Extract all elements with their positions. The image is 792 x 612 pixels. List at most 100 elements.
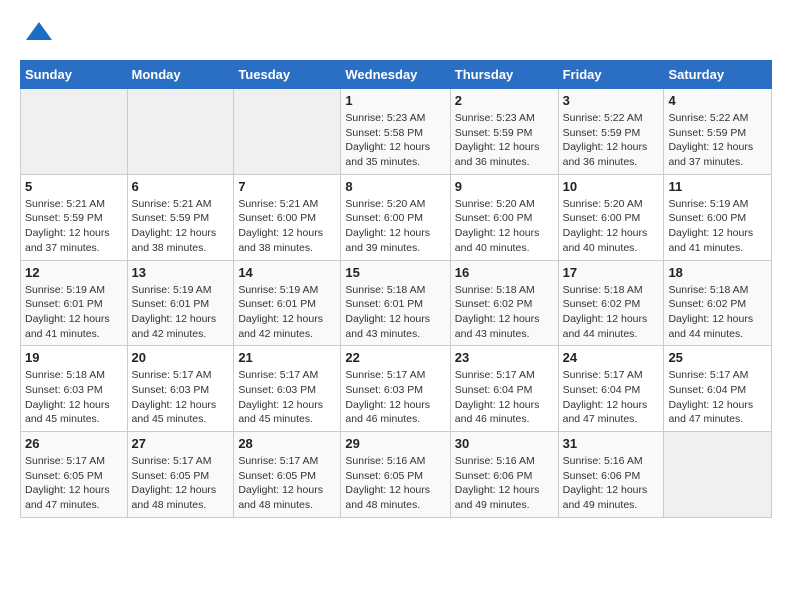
day-number: 25 [668, 350, 767, 365]
calendar-cell: 3 Sunrise: 5:22 AMSunset: 5:59 PMDaylight… [558, 89, 664, 175]
day-number: 19 [25, 350, 123, 365]
day-number: 8 [345, 179, 445, 194]
calendar-cell: 14Sunrise: 5:19 AMSunset: 6:01 PMDayligh… [234, 260, 341, 346]
day-number: 15 [345, 265, 445, 280]
calendar-cell: 30Sunrise: 5:16 AMSunset: 6:06 PMDayligh… [450, 432, 558, 518]
calendar-cell: 5Sunrise: 5:21 AMSunset: 5:59 PMDaylight… [21, 174, 128, 260]
day-info: Sunrise: 5:17 AMSunset: 6:03 PMDaylight:… [238, 368, 336, 427]
day-number: 22 [345, 350, 445, 365]
calendar-cell: 13 Sunrise: 5:19 AMSunset: 6:01 PMDayligh… [127, 260, 234, 346]
day-info: Sunrise: 5:22 AMSunset: 5:59 PMDaylight:… [563, 111, 660, 170]
calendar-cell: 1 Sunrise: 5:23 AMSunset: 5:58 PMDaylight… [341, 89, 450, 175]
weekday-header-sunday: Sunday [21, 61, 128, 89]
day-number: 4 [668, 93, 767, 108]
calendar-cell: 26 Sunrise: 5:17 AMSunset: 6:05 PMDayligh… [21, 432, 128, 518]
page-header [20, 20, 772, 50]
day-info: Sunrise: 5:22 AMSunset: 5:59 PMDaylight:… [668, 111, 767, 170]
day-number: 28 [238, 436, 336, 451]
day-number: 17 [563, 265, 660, 280]
calendar-cell: 2 Sunrise: 5:23 AMSunset: 5:59 PMDaylight… [450, 89, 558, 175]
day-info: Sunrise: 5:23 AMSunset: 5:58 PMDaylight:… [345, 111, 445, 170]
day-number: 2 [455, 93, 554, 108]
day-number: 7 [238, 179, 336, 194]
day-info: Sunrise: 5:18 AMSunset: 6:02 PMDaylight:… [455, 283, 554, 342]
day-info: Sunrise: 5:17 AMSunset: 6:04 PMDaylight:… [455, 368, 554, 427]
calendar-cell: 17 Sunrise: 5:18 AMSunset: 6:02 PMDayligh… [558, 260, 664, 346]
calendar-cell: 27 Sunrise: 5:17 AMSunset: 6:05 PMDayligh… [127, 432, 234, 518]
calendar-cell: 10 Sunrise: 5:20 AMSunset: 6:00 PMDayligh… [558, 174, 664, 260]
weekday-header-row: SundayMondayTuesdayWednesdayThursdayFrid… [21, 61, 772, 89]
calendar-cell [127, 89, 234, 175]
day-info: Sunrise: 5:16 AMSunset: 6:06 PMDaylight:… [563, 454, 660, 513]
weekday-header-wednesday: Wednesday [341, 61, 450, 89]
weekday-header-thursday: Thursday [450, 61, 558, 89]
calendar-cell: 23 Sunrise: 5:17 AMSunset: 6:04 PMDayligh… [450, 346, 558, 432]
calendar-cell [664, 432, 772, 518]
calendar-cell: 7 Sunrise: 5:21 AMSunset: 6:00 PMDaylight… [234, 174, 341, 260]
calendar-week-4: 19 Sunrise: 5:18 AMSunset: 6:03 PMDayligh… [21, 346, 772, 432]
day-number: 11 [668, 179, 767, 194]
day-number: 29 [345, 436, 445, 451]
day-number: 27 [132, 436, 230, 451]
calendar-cell: 31 Sunrise: 5:16 AMSunset: 6:06 PMDayligh… [558, 432, 664, 518]
day-info: Sunrise: 5:19 AMSunset: 6:00 PMDaylight:… [668, 197, 767, 256]
calendar-cell: 25 Sunrise: 5:17 AMSunset: 6:04 PMDayligh… [664, 346, 772, 432]
day-info: Sunrise: 5:17 AMSunset: 6:03 PMDaylight:… [345, 368, 445, 427]
day-info: Sunrise: 5:17 AMSunset: 6:04 PMDaylight:… [668, 368, 767, 427]
day-info: Sunrise: 5:16 AMSunset: 6:06 PMDaylight:… [455, 454, 554, 513]
logo-icon [24, 20, 54, 50]
calendar-cell: 20Sunrise: 5:17 AMSunset: 6:03 PMDayligh… [127, 346, 234, 432]
calendar-week-3: 12Sunrise: 5:19 AMSunset: 6:01 PMDayligh… [21, 260, 772, 346]
day-number: 1 [345, 93, 445, 108]
calendar-cell: 6Sunrise: 5:21 AMSunset: 5:59 PMDaylight… [127, 174, 234, 260]
calendar-week-5: 26 Sunrise: 5:17 AMSunset: 6:05 PMDayligh… [21, 432, 772, 518]
day-number: 24 [563, 350, 660, 365]
calendar-cell: 8 Sunrise: 5:20 AMSunset: 6:00 PMDaylight… [341, 174, 450, 260]
day-info: Sunrise: 5:17 AMSunset: 6:05 PMDaylight:… [132, 454, 230, 513]
calendar-cell: 19 Sunrise: 5:18 AMSunset: 6:03 PMDayligh… [21, 346, 128, 432]
day-number: 26 [25, 436, 123, 451]
day-number: 18 [668, 265, 767, 280]
day-info: Sunrise: 5:20 AMSunset: 6:00 PMDaylight:… [455, 197, 554, 256]
calendar-table: SundayMondayTuesdayWednesdayThursdayFrid… [20, 60, 772, 518]
calendar-cell [21, 89, 128, 175]
calendar-cell: 22 Sunrise: 5:17 AMSunset: 6:03 PMDayligh… [341, 346, 450, 432]
day-info: Sunrise: 5:19 AMSunset: 6:01 PMDaylight:… [238, 283, 336, 342]
day-info: Sunrise: 5:17 AMSunset: 6:05 PMDaylight:… [25, 454, 123, 513]
day-number: 3 [563, 93, 660, 108]
logo [20, 20, 54, 50]
calendar-cell: 4 Sunrise: 5:22 AMSunset: 5:59 PMDaylight… [664, 89, 772, 175]
day-info: Sunrise: 5:18 AMSunset: 6:02 PMDaylight:… [668, 283, 767, 342]
day-info: Sunrise: 5:19 AMSunset: 6:01 PMDaylight:… [25, 283, 123, 342]
calendar-cell: 24 Sunrise: 5:17 AMSunset: 6:04 PMDayligh… [558, 346, 664, 432]
day-number: 13 [132, 265, 230, 280]
weekday-header-tuesday: Tuesday [234, 61, 341, 89]
calendar-cell: 9 Sunrise: 5:20 AMSunset: 6:00 PMDaylight… [450, 174, 558, 260]
day-info: Sunrise: 5:17 AMSunset: 6:04 PMDaylight:… [563, 368, 660, 427]
calendar-cell: 29Sunrise: 5:16 AMSunset: 6:05 PMDayligh… [341, 432, 450, 518]
weekday-header-monday: Monday [127, 61, 234, 89]
calendar-week-2: 5Sunrise: 5:21 AMSunset: 5:59 PMDaylight… [21, 174, 772, 260]
day-info: Sunrise: 5:19 AMSunset: 6:01 PMDaylight:… [132, 283, 230, 342]
day-info: Sunrise: 5:18 AMSunset: 6:03 PMDaylight:… [25, 368, 123, 427]
day-info: Sunrise: 5:20 AMSunset: 6:00 PMDaylight:… [345, 197, 445, 256]
calendar-cell: 21 Sunrise: 5:17 AMSunset: 6:03 PMDayligh… [234, 346, 341, 432]
day-number: 21 [238, 350, 336, 365]
day-number: 10 [563, 179, 660, 194]
day-number: 16 [455, 265, 554, 280]
calendar-cell: 12Sunrise: 5:19 AMSunset: 6:01 PMDayligh… [21, 260, 128, 346]
day-info: Sunrise: 5:17 AMSunset: 6:05 PMDaylight:… [238, 454, 336, 513]
day-info: Sunrise: 5:21 AMSunset: 6:00 PMDaylight:… [238, 197, 336, 256]
day-info: Sunrise: 5:17 AMSunset: 6:03 PMDaylight:… [132, 368, 230, 427]
day-number: 23 [455, 350, 554, 365]
weekday-header-saturday: Saturday [664, 61, 772, 89]
day-info: Sunrise: 5:20 AMSunset: 6:00 PMDaylight:… [563, 197, 660, 256]
day-number: 9 [455, 179, 554, 194]
calendar-week-1: 1 Sunrise: 5:23 AMSunset: 5:58 PMDaylight… [21, 89, 772, 175]
calendar-cell: 11 Sunrise: 5:19 AMSunset: 6:00 PMDayligh… [664, 174, 772, 260]
calendar-cell [234, 89, 341, 175]
day-info: Sunrise: 5:18 AMSunset: 6:02 PMDaylight:… [563, 283, 660, 342]
day-number: 31 [563, 436, 660, 451]
day-info: Sunrise: 5:23 AMSunset: 5:59 PMDaylight:… [455, 111, 554, 170]
calendar-cell: 15Sunrise: 5:18 AMSunset: 6:01 PMDayligh… [341, 260, 450, 346]
